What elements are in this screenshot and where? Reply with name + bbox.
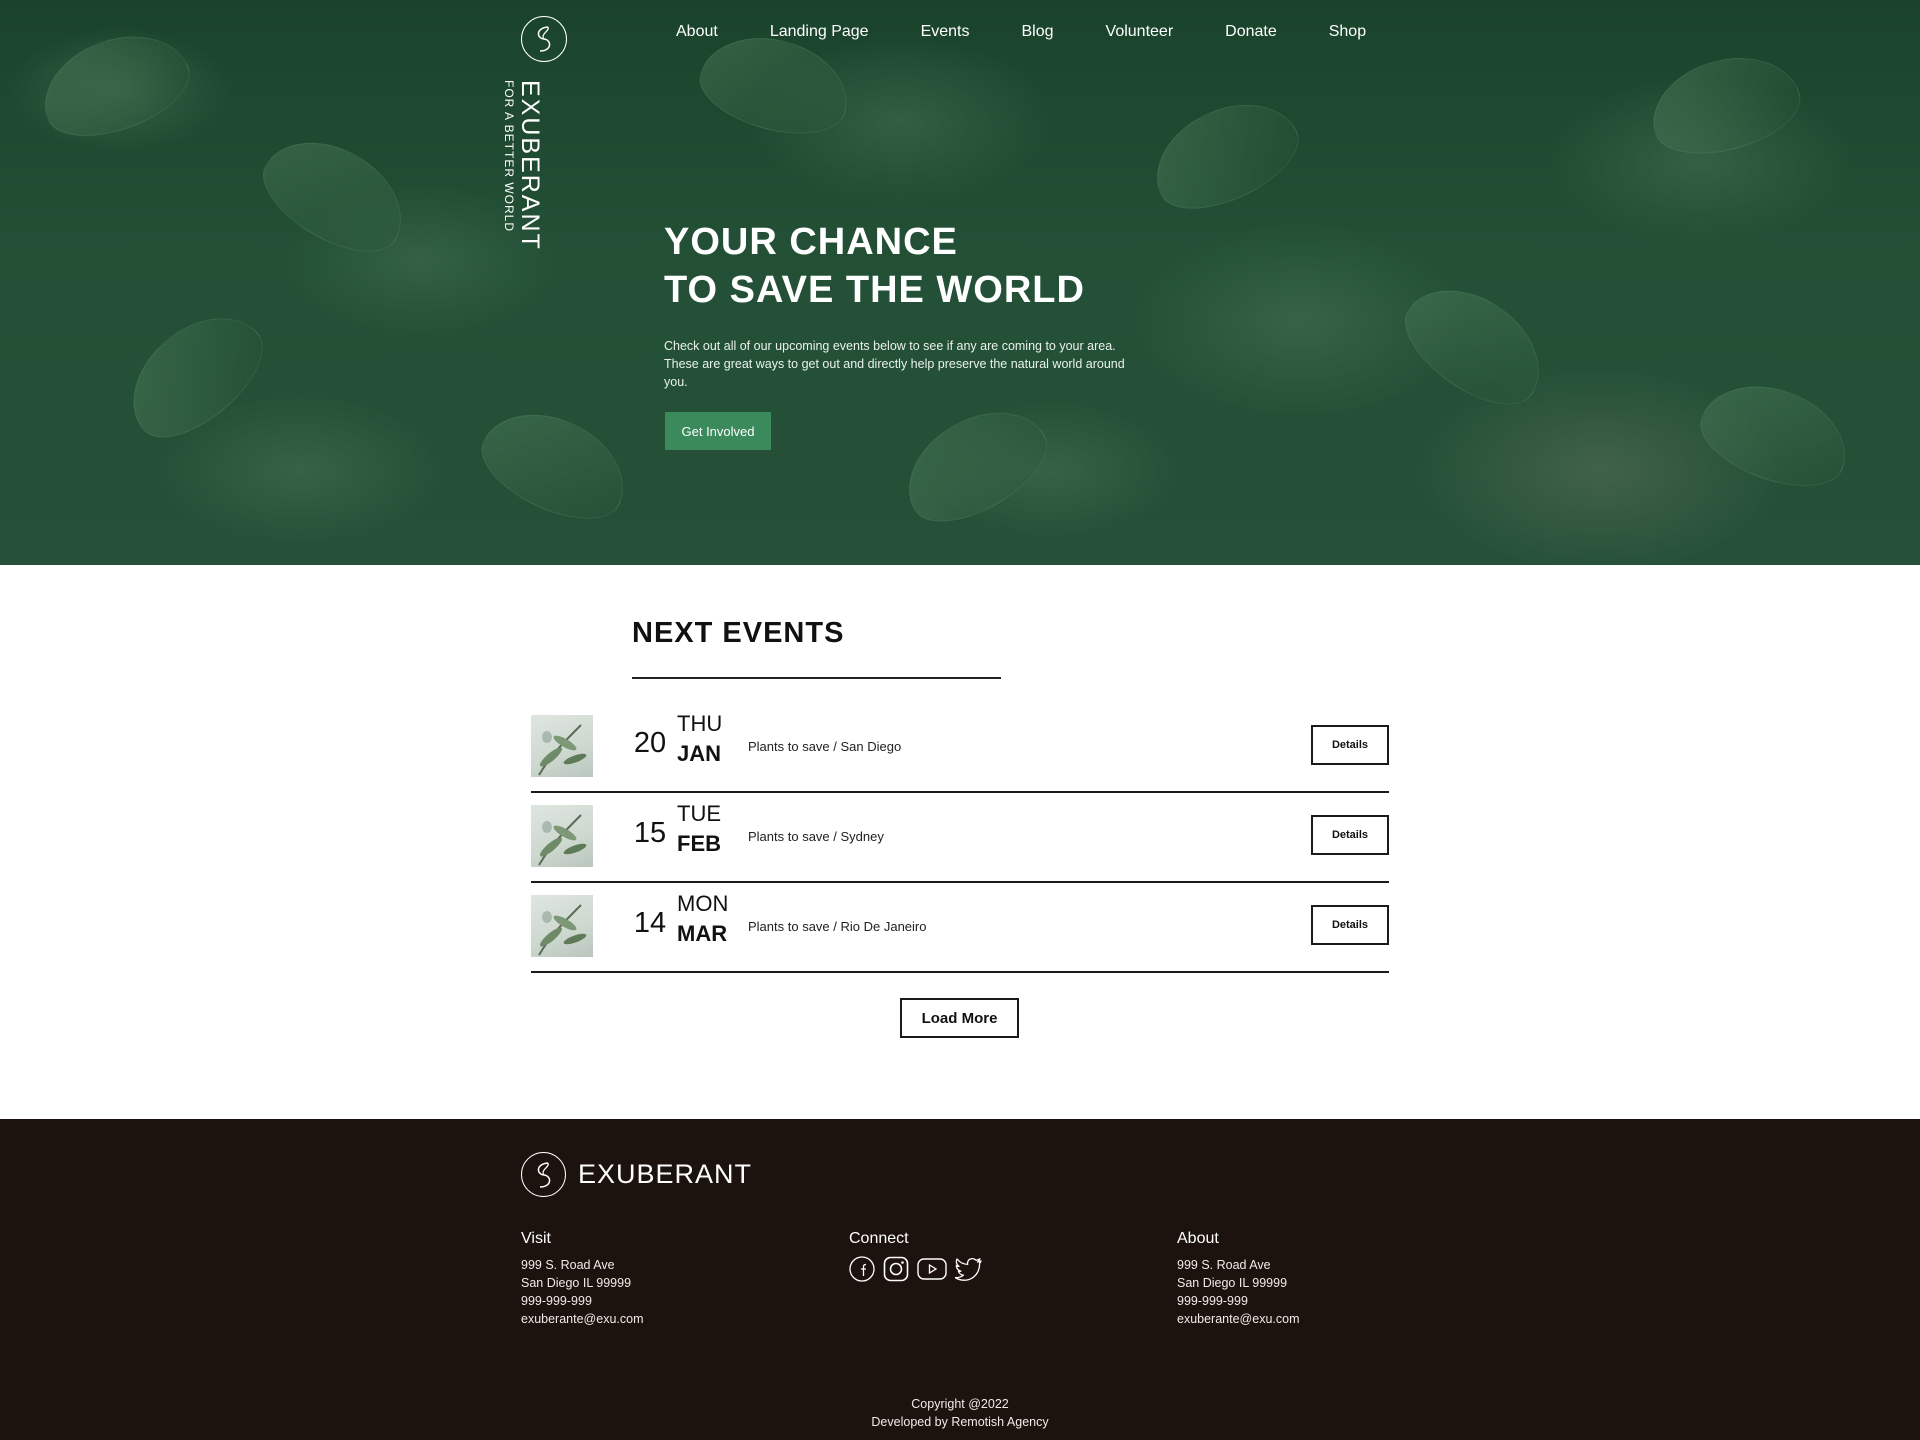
plant-image-icon: [538, 814, 587, 866]
facebook-icon[interactable]: [849, 1256, 875, 1282]
social-icons: [849, 1256, 983, 1282]
instagram-icon[interactable]: [883, 1256, 909, 1282]
logo-mark-icon: [537, 26, 551, 52]
footer-about-phone: 999-999-999: [1177, 1294, 1248, 1308]
developer-credit: Developed by Remotish Agency: [871, 1415, 1049, 1429]
event-title: Plants to save / Rio De Janeiro: [748, 919, 927, 934]
hero-section: EXUBERANT FOR A BETTER WORLD About Landi…: [0, 0, 1920, 565]
hero-description: Check out all of our upcoming events bel…: [664, 339, 1125, 389]
logo[interactable]: [521, 16, 567, 62]
details-button[interactable]: Details: [1311, 905, 1389, 945]
event-row: 14 MON MAR Plants to save / Rio De Janei…: [531, 883, 1389, 973]
footer-visit-address-line2: San Diego IL 99999: [521, 1276, 632, 1290]
footer-visit-address-line1: 999 S. Road Ave: [521, 1258, 615, 1272]
event-weekday: THU: [677, 711, 723, 736]
brand-vertical: EXUBERANT FOR A BETTER WORLD: [502, 80, 544, 251]
nav-events[interactable]: Events: [921, 22, 970, 42]
nav-about[interactable]: About: [676, 22, 718, 42]
event-thumbnail: [531, 805, 593, 867]
footer-about-heading: About: [1177, 1230, 1219, 1247]
hero-title: YOUR CHANCE TO SAVE THE WORLD: [664, 218, 1085, 314]
footer-brand-name: EXUBERANT: [578, 1159, 753, 1189]
events-heading-underline: [632, 677, 1001, 679]
event-thumbnail: [531, 715, 593, 777]
event-title: Plants to save / San Diego: [748, 739, 902, 754]
footer-visit-phone: 999-999-999: [521, 1294, 592, 1308]
event-month: MAR: [677, 921, 728, 946]
nav-donate[interactable]: Donate: [1225, 22, 1277, 42]
logo-mark-icon: [537, 1161, 550, 1188]
youtube-icon[interactable]: [917, 1257, 947, 1281]
brand-tagline: FOR A BETTER WORLD: [502, 80, 516, 233]
event-month: FEB: [677, 831, 721, 856]
nav-blog[interactable]: Blog: [1022, 22, 1054, 42]
get-involved-button[interactable]: Get Involved: [665, 412, 771, 450]
details-button[interactable]: Details: [1311, 815, 1389, 855]
plant-image-icon: [538, 904, 587, 956]
event-row: 15 TUE FEB Plants to save / Sydney Detai…: [531, 793, 1389, 883]
main-nav: About Landing Page Events Blog Volunteer…: [676, 22, 1366, 42]
event-title: Plants to save / Sydney: [748, 829, 884, 844]
twitter-icon[interactable]: [955, 1257, 983, 1281]
event-day: 20: [633, 727, 667, 759]
details-button[interactable]: Details: [1311, 725, 1389, 765]
event-weekday: MON: [677, 891, 729, 916]
footer-logo[interactable]: [521, 1152, 566, 1197]
nav-shop[interactable]: Shop: [1329, 22, 1366, 42]
nav-volunteer[interactable]: Volunteer: [1106, 22, 1174, 42]
hero-title-line1: YOUR CHANCE: [664, 221, 958, 263]
footer-connect-heading: Connect: [849, 1230, 909, 1247]
event-day: 14: [633, 907, 667, 939]
footer-connect-column: Connect: [849, 1230, 983, 1282]
nav-landing-page[interactable]: Landing Page: [770, 22, 869, 42]
hero-title-line2: TO SAVE THE WORLD: [664, 269, 1085, 311]
footer-visit-heading: Visit: [521, 1230, 551, 1247]
event-thumbnail: [531, 895, 593, 957]
event-day: 15: [633, 817, 667, 849]
footer: EXUBERANT Visit 999 S. Road Ave San Dieg…: [0, 1119, 1920, 1440]
footer-about-address-line2: San Diego IL 99999: [1177, 1276, 1288, 1290]
footer-about-column: About 999 S. Road Ave San Diego IL 99999…: [1177, 1230, 1299, 1328]
event-weekday: TUE: [677, 801, 721, 826]
brand-name: EXUBERANT: [516, 80, 544, 251]
footer-about-email: exuberante@exu.com: [1177, 1312, 1300, 1326]
footer-visit-column: Visit 999 S. Road Ave San Diego IL 99999…: [521, 1230, 643, 1328]
event-row: 20 THU JAN Plants to save / San Diego De…: [531, 703, 1389, 793]
events-heading: NEXT EVENTS: [632, 617, 845, 649]
copyright: Copyright @2022 Developed by Remotish Ag…: [0, 1395, 1920, 1431]
copyright-text: Copyright @2022: [911, 1397, 1009, 1411]
load-more-button[interactable]: Load More: [900, 998, 1019, 1038]
event-month: JAN: [677, 741, 722, 766]
plant-image-icon: [538, 724, 587, 776]
footer-visit-email: exuberante@exu.com: [521, 1312, 644, 1326]
footer-about-address-line1: 999 S. Road Ave: [1177, 1258, 1271, 1272]
